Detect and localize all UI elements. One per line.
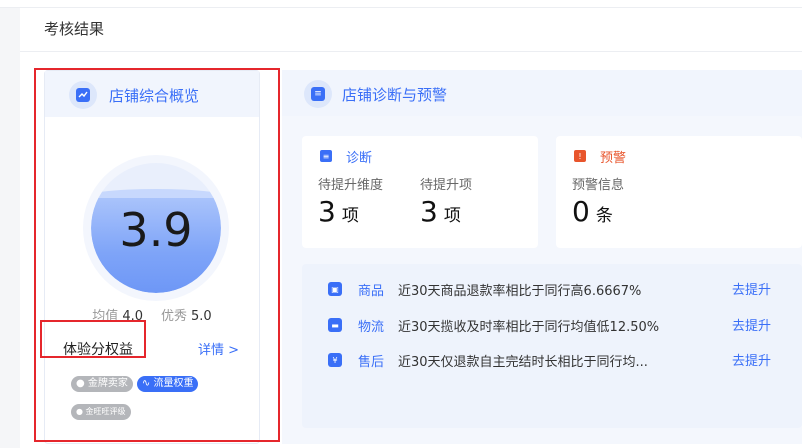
overview-card-header: 店铺综合概览 bbox=[45, 71, 259, 117]
improve-link-logistics[interactable]: 去提升 bbox=[732, 315, 771, 334]
avg-label: 均值 bbox=[92, 309, 119, 324]
diagnosis-header: ≡ 店铺诊断与预警 bbox=[282, 70, 802, 116]
improve-link-aftersale[interactable]: 去提升 bbox=[732, 350, 771, 369]
overview-card: 店铺综合概览 3.9 均值 4.0 优秀 5.0 体验分权益 详情 > ● 金牌卖家 ∿… bbox=[44, 70, 260, 444]
excellent-value: 5.0 bbox=[191, 309, 212, 324]
list-item: ▬ 物流 近30天揽收及时率相比于同行均值低12.50% 去提升 bbox=[302, 314, 802, 338]
diagnosis-card: ≡ 诊断 待提升维度 3项 待提升项 3项 bbox=[302, 136, 538, 248]
excellent-label: 优秀 bbox=[161, 309, 188, 324]
score-value: 3.9 bbox=[119, 203, 193, 257]
list-item: ¥ 售后 近30天仅退款自主完结时长相比于同行均... 去提升 bbox=[302, 349, 802, 373]
warning-info: 预警信息 0条 bbox=[572, 178, 625, 228]
detail-link[interactable]: 详情 > bbox=[198, 339, 239, 358]
content-area: 店铺综合概览 3.9 均值 4.0 优秀 5.0 体验分权益 详情 > ● 金牌卖家 ∿… bbox=[20, 52, 802, 448]
chart-icon bbox=[69, 81, 97, 109]
top-bar bbox=[0, 0, 802, 8]
pending-items: 待提升项 3项 bbox=[420, 178, 473, 228]
page-header: 考核结果 bbox=[20, 8, 802, 52]
list-icon: ≡ bbox=[304, 80, 332, 108]
page-title: 考核结果 bbox=[44, 20, 105, 38]
diagnosis-title: 店铺诊断与预警 bbox=[342, 86, 448, 104]
bag-icon: ▣ bbox=[328, 282, 342, 296]
badge-traffic-weight: ∿ 流量权重 bbox=[136, 376, 199, 392]
score-stats: 均值 4.0 优秀 5.0 bbox=[45, 305, 259, 324]
warning-icon: ! bbox=[574, 150, 586, 162]
score-gauge: 3.9 bbox=[83, 155, 229, 301]
pending-dimensions: 待提升维度 3项 bbox=[318, 178, 384, 228]
yen-icon: ¥ bbox=[328, 353, 342, 367]
diagnosis-body: ≡ 诊断 待提升维度 3项 待提升项 3项 ! 预警 预警信息 0条 ▣ 商品 bbox=[282, 116, 802, 444]
overview-title: 店铺综合概览 bbox=[109, 87, 200, 105]
avg-value: 4.0 bbox=[122, 309, 143, 324]
diagnosis-list: ▣ 商品 近30天商品退款率相比于同行高6.6667% 去提升 ▬ 物流 近30… bbox=[302, 264, 802, 428]
list-item: ▣ 商品 近30天商品退款率相比于同行高6.6667% 去提升 bbox=[302, 278, 802, 302]
warning-card: ! 预警 预警信息 0条 bbox=[556, 136, 802, 248]
badge-wangwang-rating: ● 金旺旺评级 bbox=[71, 404, 131, 420]
warning-card-title: 预警 bbox=[600, 151, 627, 166]
benefit-badges: ● 金牌卖家 ∿ 流量权重 ● 金旺旺评级 bbox=[71, 371, 251, 427]
diagnosis-card-title: 诊断 bbox=[346, 151, 373, 166]
benefit-label: 体验分权益 bbox=[63, 342, 133, 358]
improve-link-product[interactable]: 去提升 bbox=[732, 279, 771, 298]
badge-gold-seller: ● 金牌卖家 bbox=[71, 376, 133, 392]
diagnosis-icon: ≡ bbox=[320, 150, 332, 162]
benefit-row: 体验分权益 详情 > bbox=[45, 339, 259, 361]
truck-icon: ▬ bbox=[328, 318, 342, 332]
